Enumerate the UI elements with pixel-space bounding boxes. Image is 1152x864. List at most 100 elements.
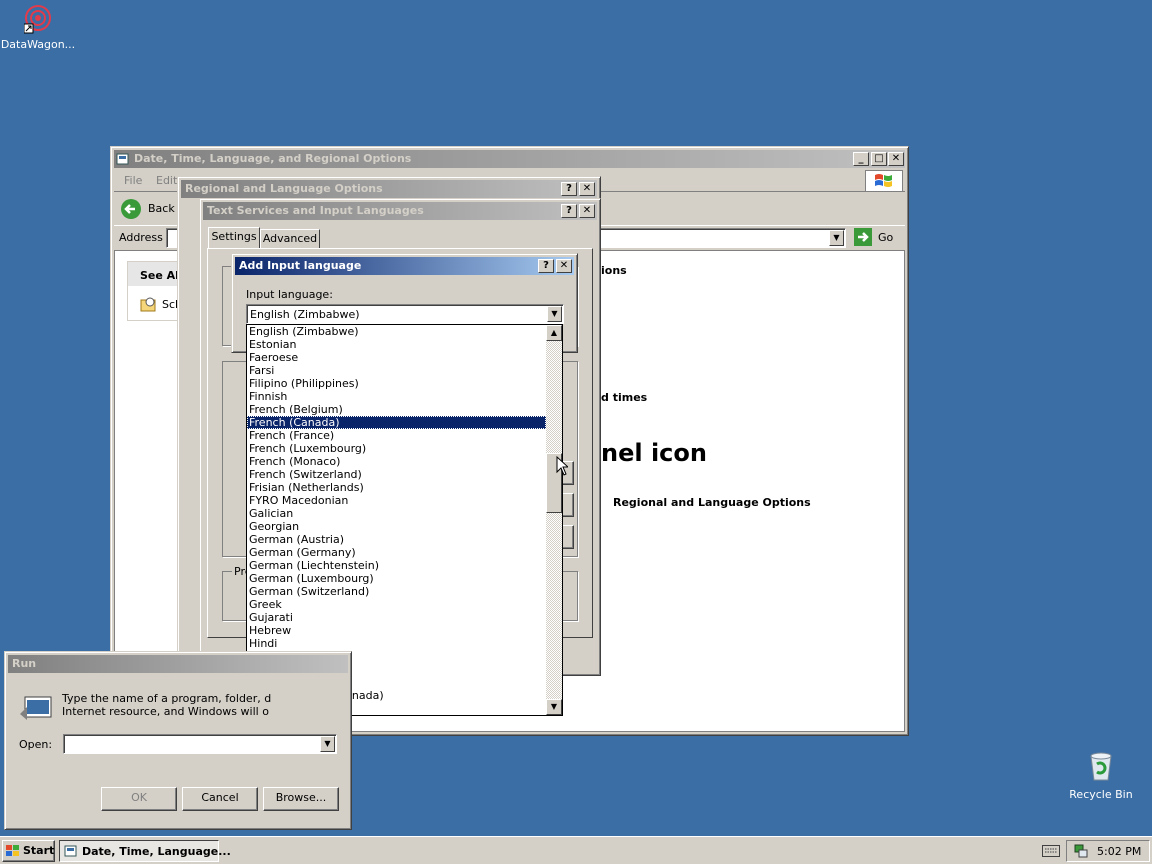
language-option[interactable]: Gujarati — [247, 611, 546, 624]
input-language-value: English (Zimbabwe) — [250, 308, 360, 321]
taskbar: Start Date, Time, Language... 5:02 PM — [0, 836, 1152, 864]
date-time-text: d times — [601, 391, 648, 404]
add-input-close-button[interactable]: ✕ — [556, 259, 572, 273]
menu-file[interactable]: File — [124, 174, 142, 187]
text-services-close-button[interactable]: ✕ — [579, 204, 595, 218]
language-option[interactable]: French (Luxembourg) — [247, 442, 546, 455]
datawagon-label: DataWagon... — [0, 38, 76, 51]
address-label: Address — [119, 231, 163, 244]
language-option[interactable]: German (Switzerland) — [247, 585, 546, 598]
close-button[interactable]: ✕ — [888, 152, 904, 166]
clock[interactable]: 5:02 PM — [1097, 845, 1141, 858]
run-cancel-button[interactable]: Cancel — [182, 787, 258, 811]
datawagon-icon — [24, 5, 51, 34]
windows-logo — [865, 170, 903, 192]
regional-titlebar: Regional and Language Options ? ✕ — [181, 180, 597, 198]
mouse-pointer-icon — [556, 456, 568, 476]
language-option[interactable]: German (Germany) — [247, 546, 546, 559]
run-description-line1: Type the name of a program, folder, d — [62, 692, 272, 705]
tab-settings[interactable]: Settings — [208, 227, 260, 249]
go-arrow-icon — [854, 228, 872, 246]
control-panel-title: Date, Time, Language, and Regional Optio… — [134, 152, 412, 165]
regional-help-button[interactable]: ? — [561, 182, 577, 196]
input-language-dropdown-arrow[interactable]: ▼ — [547, 306, 562, 322]
start-button[interactable]: Start — [2, 840, 55, 862]
language-option[interactable]: Faeroese — [247, 351, 546, 364]
open-dropdown-arrow[interactable]: ▼ — [320, 736, 335, 752]
pick-icon-heading: nel icon — [601, 439, 707, 467]
back-arrow-icon — [121, 199, 141, 219]
run-description-line2: Internet resource, and Windows will o — [62, 705, 269, 718]
regional-close-button[interactable]: ✕ — [579, 182, 595, 196]
text-services-help-button[interactable]: ? — [561, 204, 577, 218]
language-option[interactable]: Farsi — [247, 364, 546, 377]
control-panel-titlebar: Date, Time, Language, and Regional Optio… — [114, 150, 905, 168]
language-option[interactable]: Greek — [247, 598, 546, 611]
language-option[interactable]: French (France) — [247, 429, 546, 442]
language-option[interactable]: Frisian (Netherlands) — [247, 481, 546, 494]
scroll-down-button[interactable]: ▼ — [546, 699, 562, 715]
add-input-titlebar: Add Input language ? ✕ — [235, 257, 574, 275]
run-title: Run — [12, 657, 37, 670]
windows-flag-icon — [875, 174, 892, 187]
language-option[interactable]: Filipino (Philippines) — [247, 377, 546, 390]
run-ok-label: OK — [131, 791, 147, 804]
run-cancel-label: Cancel — [201, 791, 239, 804]
go-label: Go — [878, 231, 894, 244]
system-tray: 5:02 PM — [1066, 840, 1150, 862]
address-dropdown-arrow[interactable]: ▼ — [829, 230, 844, 246]
language-option[interactable]: Galician — [247, 507, 546, 520]
run-titlebar: Run — [8, 655, 348, 673]
recycle-bin-desktop-icon[interactable]: Recycle Bin — [1066, 750, 1136, 804]
language-option[interactable]: Hindi — [247, 637, 546, 650]
minimize-button[interactable]: _ — [853, 152, 869, 166]
go-button[interactable]: Go — [854, 228, 904, 248]
control-panel-icon — [116, 153, 129, 165]
language-option[interactable]: French (Canada) — [247, 416, 546, 429]
windows-start-icon — [6, 845, 19, 856]
language-option[interactable]: Georgian — [247, 520, 546, 533]
open-input[interactable]: ▼ — [63, 734, 337, 754]
datawagon-desktop-icon[interactable]: DataWagon... — [0, 2, 76, 54]
run-dialog: Run Type the name of a program, folder, … — [4, 651, 352, 830]
list-scrollbar[interactable]: ▲ ▼ — [546, 325, 562, 715]
language-option[interactable]: Finnish — [247, 390, 546, 403]
open-label: Open: — [19, 738, 53, 751]
language-option[interactable]: French (Belgium) — [247, 403, 546, 416]
back-label: Back — [148, 202, 175, 215]
pick-task-text: ions — [601, 264, 627, 277]
text-services-title: Text Services and Input Languages — [207, 204, 424, 217]
tab-advanced[interactable]: Advanced — [260, 229, 320, 249]
recycle-bin-label: Recycle Bin — [1069, 788, 1133, 801]
language-option[interactable]: German (Luxembourg) — [247, 572, 546, 585]
language-option[interactable]: English (Zimbabwe) — [247, 325, 546, 338]
language-option[interactable]: FYRO Macedonian — [247, 494, 546, 507]
add-input-title: Add Input language — [239, 259, 362, 272]
add-input-help-button[interactable]: ? — [538, 259, 554, 273]
taskbar-task-label: Date, Time, Language... — [82, 845, 231, 858]
tab-advanced-label: Advanced — [262, 232, 318, 245]
maximize-button[interactable]: □ — [871, 152, 887, 166]
recycle-bin-icon — [1090, 752, 1112, 781]
run-icon — [20, 696, 52, 720]
regional-options-link[interactable]: Regional and Language Options — [613, 496, 811, 509]
input-language-combobox[interactable]: English (Zimbabwe) ▼ — [246, 304, 564, 324]
language-option[interactable]: French (Switzerland) — [247, 468, 546, 481]
menu-edit[interactable]: Edit — [156, 174, 177, 187]
language-option[interactable]: French (Monaco) — [247, 455, 546, 468]
language-option[interactable]: German (Liechtenstein) — [247, 559, 546, 572]
keyboard-icon[interactable] — [1042, 845, 1060, 857]
language-option[interactable]: German (Austria) — [247, 533, 546, 546]
taskbar-button-control-panel[interactable]: Date, Time, Language... — [59, 840, 231, 862]
start-label: Start — [23, 844, 55, 857]
run-browse-button[interactable]: Browse... — [263, 787, 339, 811]
scroll-up-button[interactable]: ▲ — [546, 325, 562, 341]
language-option[interactable]: Hebrew — [247, 624, 546, 637]
network-icon[interactable] — [1073, 843, 1089, 859]
language-option[interactable]: Estonian — [247, 338, 546, 351]
input-language-label: Input language: — [246, 288, 333, 301]
scheduled-tasks-icon — [140, 297, 156, 312]
back-button[interactable]: Back — [118, 197, 178, 221]
run-browse-label: Browse... — [275, 791, 327, 804]
run-ok-button[interactable]: OK — [101, 787, 177, 811]
